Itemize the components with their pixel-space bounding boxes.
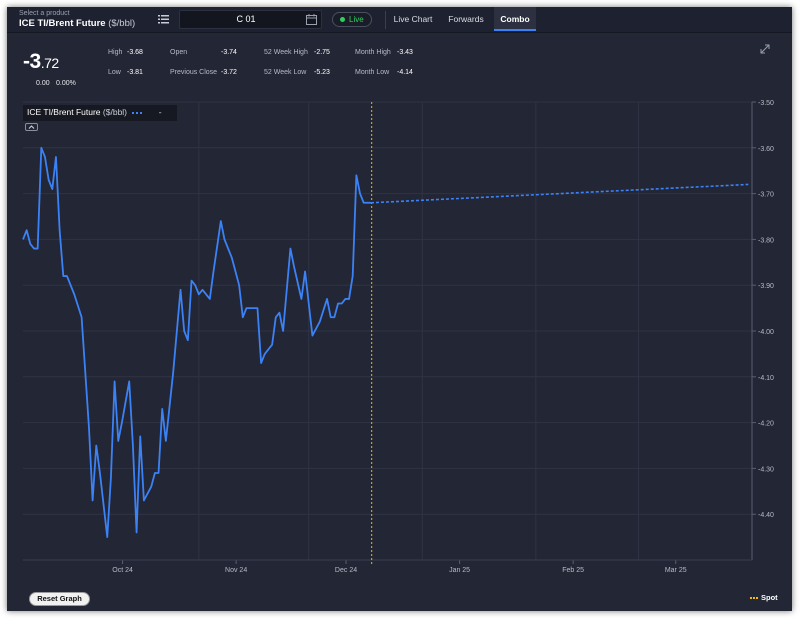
y-tick-label: -4.00 <box>758 329 774 336</box>
y-tick-label: -4.30 <box>758 466 774 473</box>
y-tick-label: -4.40 <box>758 512 774 519</box>
last-price-decimal: .72 <box>40 55 59 71</box>
tab-combo[interactable]: Combo <box>494 7 536 31</box>
stat-label-month-high: Month High <box>355 49 391 56</box>
y-tick-label: -4.10 <box>758 375 774 382</box>
y-tick-label: -3.80 <box>758 237 774 244</box>
contract-value: C 01 <box>236 14 256 24</box>
price-change: 0.00 <box>36 80 50 87</box>
price-chart[interactable]: -3.50 -3.60 -3.70 -3.80 -3.90 -4.00 -4.10 -4.20… <box>14 96 792 576</box>
live-label: Live <box>349 15 364 24</box>
last-price-integer: -3 <box>23 50 41 73</box>
tab-forwards[interactable]: Forwards <box>441 7 491 31</box>
legend-value: - <box>158 107 162 117</box>
stat-value-month-low: -4.14 <box>397 69 413 76</box>
list-icon[interactable] <box>158 15 169 24</box>
stat-value-52-week-low: -5.23 <box>314 69 330 76</box>
x-tick-label: Mar 25 <box>665 567 687 574</box>
stat-value-open: -3.74 <box>221 49 237 56</box>
stat-label-high: High <box>108 49 123 56</box>
stat-value-low: -3.81 <box>127 69 143 76</box>
stat-label-low: Low <box>108 69 121 76</box>
top-toolbar: Select a product ICE TI/Brent Future ($/… <box>7 7 792 33</box>
contract-selector[interactable]: C 01 <box>179 10 322 29</box>
stat-label-previous-close: Previous Close <box>170 69 218 76</box>
last-price: -3.72 <box>23 50 59 74</box>
y-tick-label: -4.20 <box>758 421 774 428</box>
stat-value-month-high: -3.43 <box>397 49 413 56</box>
app-window: Select a product ICE TI/Brent Future ($/… <box>7 7 792 611</box>
spot-legend: Spot <box>750 593 778 602</box>
x-tick-label: Dec 24 <box>335 567 357 574</box>
expand-icon[interactable] <box>760 44 770 54</box>
product-selector[interactable]: Select a product ICE TI/Brent Future ($/… <box>13 9 171 30</box>
reset-graph-button[interactable]: Reset Graph <box>29 592 90 606</box>
product-name-text: ICE TI/Brent Future <box>19 18 106 29</box>
y-tick-label: -3.60 <box>758 146 774 153</box>
quote-panel: -3.72 0.00 0.00% High -3.68 Low -3.81 Op… <box>7 34 792 90</box>
spot-legend-swatch <box>750 597 758 600</box>
stat-label-month-low: Month Low <box>355 69 390 76</box>
stat-label-52-week-high: 52 Week High <box>264 49 308 56</box>
stat-value-52-week-high: -2.75 <box>314 49 330 56</box>
price-change-pct: 0.00% <box>56 80 76 87</box>
calendar-icon[interactable] <box>306 14 317 25</box>
tab-live-chart[interactable]: Live Chart <box>387 7 439 31</box>
x-tick-label: Jan 25 <box>449 567 470 574</box>
y-tick-label: -3.50 <box>758 100 774 107</box>
product-caption: Select a product <box>19 10 70 17</box>
x-tick-label: Oct 24 <box>112 567 133 574</box>
price-series-line <box>22 146 372 539</box>
chevron-up-icon <box>28 125 35 129</box>
stat-label-52-week-low: 52 Week Low <box>264 69 307 76</box>
x-tick-label: Nov 24 <box>225 567 247 574</box>
stat-value-high: -3.68 <box>127 49 143 56</box>
legend-title: ICE TI/Brent Future <box>27 107 101 117</box>
stat-label-open: Open <box>170 49 188 56</box>
product-name: ICE TI/Brent Future ($/bbl) <box>19 18 135 29</box>
series-legend: ICE TI/Brent Future ($/bbl) - <box>23 105 177 121</box>
product-unit: ($/bbl) <box>108 18 136 29</box>
stat-value-previous-close: -3.72 <box>221 69 237 76</box>
legend-collapse-button[interactable] <box>25 123 38 131</box>
y-tick-label: -3.70 <box>758 192 774 199</box>
live-status-icon <box>340 17 345 22</box>
legend-series-swatch <box>132 111 143 114</box>
toolbar-divider <box>385 11 386 29</box>
y-tick-label: -3.90 <box>758 283 774 290</box>
live-toggle[interactable]: Live <box>332 12 372 27</box>
legend-unit: ($/bbl) <box>102 107 128 117</box>
spot-legend-label: Spot <box>761 593 778 602</box>
x-tick-label: Feb 25 <box>562 567 584 574</box>
